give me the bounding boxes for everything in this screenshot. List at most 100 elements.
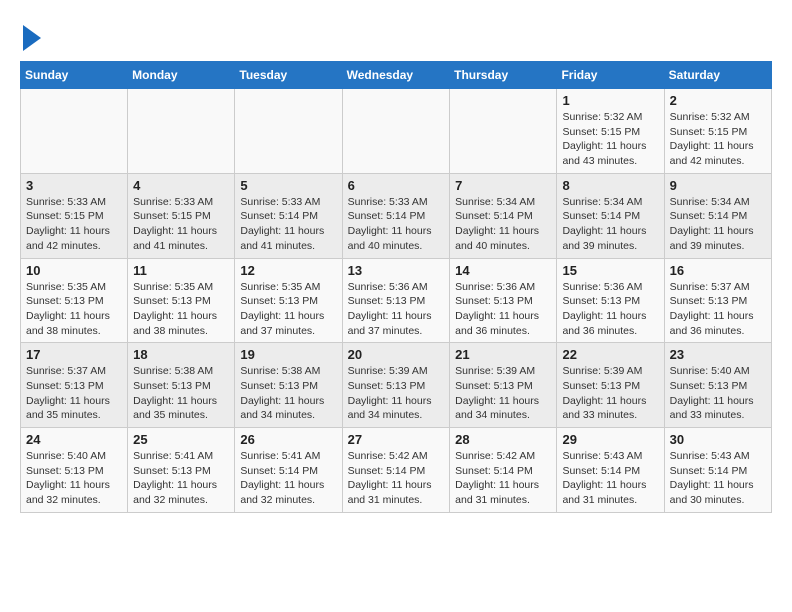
day-info: Sunrise: 5:43 AM Sunset: 5:14 PM Dayligh…: [670, 449, 766, 508]
calendar-cell: 25 Sunrise: 5:41 AM Sunset: 5:13 PM Dayli…: [128, 428, 235, 513]
day-info: Sunrise: 5:42 AM Sunset: 5:14 PM Dayligh…: [455, 449, 551, 508]
calendar-cell: 12Sunrise: 5:35 AM Sunset: 5:13 PM Dayli…: [235, 258, 342, 343]
calendar-cell: 2 Sunrise: 5:32 AM Sunset: 5:15 PM Daylig…: [664, 89, 771, 174]
calendar-week-4: 24Sunrise: 5:40 AM Sunset: 5:13 PM Dayli…: [21, 428, 772, 513]
day-info: Sunrise: 5:40 AM Sunset: 5:13 PM Dayligh…: [670, 364, 766, 423]
calendar-cell: 18 Sunrise: 5:38 AM Sunset: 5:13 PM Dayli…: [128, 343, 235, 428]
calendar-cell: 29 Sunrise: 5:43 AM Sunset: 5:14 PM Dayli…: [557, 428, 664, 513]
day-info: Sunrise: 5:35 AM Sunset: 5:13 PM Dayligh…: [26, 280, 122, 339]
day-info: Sunrise: 5:33 AM Sunset: 5:14 PM Dayligh…: [240, 195, 336, 254]
calendar-cell: 7Sunrise: 5:34 AM Sunset: 5:14 PM Daylig…: [450, 173, 557, 258]
logo: [20, 20, 41, 51]
header-day-sunday: Sunday: [21, 62, 128, 89]
calendar-cell: 30 Sunrise: 5:43 AM Sunset: 5:14 PM Dayli…: [664, 428, 771, 513]
calendar-cell: 20Sunrise: 5:39 AM Sunset: 5:13 PM Dayli…: [342, 343, 450, 428]
calendar-cell: [235, 89, 342, 174]
day-info: Sunrise: 5:38 AM Sunset: 5:13 PM Dayligh…: [133, 364, 229, 423]
day-info: Sunrise: 5:41 AM Sunset: 5:14 PM Dayligh…: [240, 449, 336, 508]
day-number: 15: [562, 263, 658, 278]
day-number: 11: [133, 263, 229, 278]
day-info: Sunrise: 5:41 AM Sunset: 5:13 PM Dayligh…: [133, 449, 229, 508]
day-number: 22: [562, 347, 658, 362]
day-number: 8: [562, 178, 658, 193]
day-info: Sunrise: 5:39 AM Sunset: 5:13 PM Dayligh…: [562, 364, 658, 423]
calendar-cell: 9 Sunrise: 5:34 AM Sunset: 5:14 PM Daylig…: [664, 173, 771, 258]
calendar-cell: 23 Sunrise: 5:40 AM Sunset: 5:13 PM Dayli…: [664, 343, 771, 428]
calendar-cell: 19 Sunrise: 5:38 AM Sunset: 5:13 PM Dayli…: [235, 343, 342, 428]
day-number: 27: [348, 432, 445, 447]
day-info: Sunrise: 5:37 AM Sunset: 5:13 PM Dayligh…: [670, 280, 766, 339]
calendar-cell: 26 Sunrise: 5:41 AM Sunset: 5:14 PM Dayli…: [235, 428, 342, 513]
day-number: 12: [240, 263, 336, 278]
calendar-cell: 15 Sunrise: 5:36 AM Sunset: 5:13 PM Dayli…: [557, 258, 664, 343]
calendar-week-0: 1 Sunrise: 5:32 AM Sunset: 5:15 PM Daylig…: [21, 89, 772, 174]
logo-arrow-icon: [23, 25, 41, 51]
day-number: 19: [240, 347, 336, 362]
day-number: 20: [348, 347, 445, 362]
day-number: 2: [670, 93, 766, 108]
header-day-tuesday: Tuesday: [235, 62, 342, 89]
day-info: Sunrise: 5:39 AM Sunset: 5:13 PM Dayligh…: [455, 364, 551, 423]
day-info: Sunrise: 5:33 AM Sunset: 5:14 PM Dayligh…: [348, 195, 445, 254]
calendar-cell: 14Sunrise: 5:36 AM Sunset: 5:13 PM Dayli…: [450, 258, 557, 343]
calendar-cell: [450, 89, 557, 174]
day-number: 23: [670, 347, 766, 362]
header-row: SundayMondayTuesdayWednesdayThursdayFrid…: [21, 62, 772, 89]
calendar-cell: 8 Sunrise: 5:34 AM Sunset: 5:14 PM Daylig…: [557, 173, 664, 258]
calendar-cell: 11 Sunrise: 5:35 AM Sunset: 5:13 PM Dayli…: [128, 258, 235, 343]
day-number: 6: [348, 178, 445, 193]
day-number: 30: [670, 432, 766, 447]
header-day-monday: Monday: [128, 62, 235, 89]
calendar-cell: [342, 89, 450, 174]
calendar-cell: 4 Sunrise: 5:33 AM Sunset: 5:15 PM Daylig…: [128, 173, 235, 258]
calendar-week-3: 17 Sunrise: 5:37 AM Sunset: 5:13 PM Dayli…: [21, 343, 772, 428]
page-header: [20, 20, 772, 51]
calendar-cell: 3Sunrise: 5:33 AM Sunset: 5:15 PM Daylig…: [21, 173, 128, 258]
header-day-thursday: Thursday: [450, 62, 557, 89]
header-day-wednesday: Wednesday: [342, 62, 450, 89]
day-number: 28: [455, 432, 551, 447]
calendar-cell: 27 Sunrise: 5:42 AM Sunset: 5:14 PM Dayli…: [342, 428, 450, 513]
day-number: 9: [670, 178, 766, 193]
calendar-cell: 5Sunrise: 5:33 AM Sunset: 5:14 PM Daylig…: [235, 173, 342, 258]
calendar-cell: 21 Sunrise: 5:39 AM Sunset: 5:13 PM Dayli…: [450, 343, 557, 428]
day-info: Sunrise: 5:34 AM Sunset: 5:14 PM Dayligh…: [670, 195, 766, 254]
calendar-cell: 10 Sunrise: 5:35 AM Sunset: 5:13 PM Dayli…: [21, 258, 128, 343]
day-number: 10: [26, 263, 122, 278]
header-day-saturday: Saturday: [664, 62, 771, 89]
day-number: 17: [26, 347, 122, 362]
day-info: Sunrise: 5:34 AM Sunset: 5:14 PM Dayligh…: [455, 195, 551, 254]
day-number: 29: [562, 432, 658, 447]
day-info: Sunrise: 5:42 AM Sunset: 5:14 PM Dayligh…: [348, 449, 445, 508]
day-number: 25: [133, 432, 229, 447]
day-number: 4: [133, 178, 229, 193]
calendar-body: 1 Sunrise: 5:32 AM Sunset: 5:15 PM Daylig…: [21, 89, 772, 513]
day-number: 1: [562, 93, 658, 108]
day-info: Sunrise: 5:37 AM Sunset: 5:13 PM Dayligh…: [26, 364, 122, 423]
calendar-week-1: 3 Sunrise: 5:33 AM Sunset: 5:15 PM Daylig…: [21, 173, 772, 258]
day-info: Sunrise: 5:36 AM Sunset: 5:13 PM Dayligh…: [455, 280, 551, 339]
day-info: Sunrise: 5:36 AM Sunset: 5:13 PM Dayligh…: [348, 280, 445, 339]
calendar-week-2: 10 Sunrise: 5:35 AM Sunset: 5:13 PM Dayli…: [21, 258, 772, 343]
day-info: Sunrise: 5:34 AM Sunset: 5:14 PM Dayligh…: [562, 195, 658, 254]
day-info: Sunrise: 5:43 AM Sunset: 5:14 PM Dayligh…: [562, 449, 658, 508]
day-number: 24: [26, 432, 122, 447]
calendar-cell: [128, 89, 235, 174]
calendar-cell: [21, 89, 128, 174]
calendar-cell: 13Sunrise: 5:36 AM Sunset: 5:13 PM Dayli…: [342, 258, 450, 343]
calendar-cell: 6 Sunrise: 5:33 AM Sunset: 5:14 PM Daylig…: [342, 173, 450, 258]
day-number: 3: [26, 178, 122, 193]
day-info: Sunrise: 5:35 AM Sunset: 5:13 PM Dayligh…: [133, 280, 229, 339]
day-number: 26: [240, 432, 336, 447]
day-info: Sunrise: 5:38 AM Sunset: 5:13 PM Dayligh…: [240, 364, 336, 423]
calendar-cell: 28 Sunrise: 5:42 AM Sunset: 5:14 PM Dayli…: [450, 428, 557, 513]
day-info: Sunrise: 5:36 AM Sunset: 5:13 PM Dayligh…: [562, 280, 658, 339]
day-number: 21: [455, 347, 551, 362]
day-info: Sunrise: 5:33 AM Sunset: 5:15 PM Dayligh…: [133, 195, 229, 254]
calendar-header: SundayMondayTuesdayWednesdayThursdayFrid…: [21, 62, 772, 89]
day-number: 18: [133, 347, 229, 362]
calendar-cell: 16Sunrise: 5:37 AM Sunset: 5:13 PM Dayli…: [664, 258, 771, 343]
day-info: Sunrise: 5:32 AM Sunset: 5:15 PM Dayligh…: [670, 110, 766, 169]
calendar-table: SundayMondayTuesdayWednesdayThursdayFrid…: [20, 61, 772, 513]
calendar-cell: 1Sunrise: 5:32 AM Sunset: 5:15 PM Daylig…: [557, 89, 664, 174]
